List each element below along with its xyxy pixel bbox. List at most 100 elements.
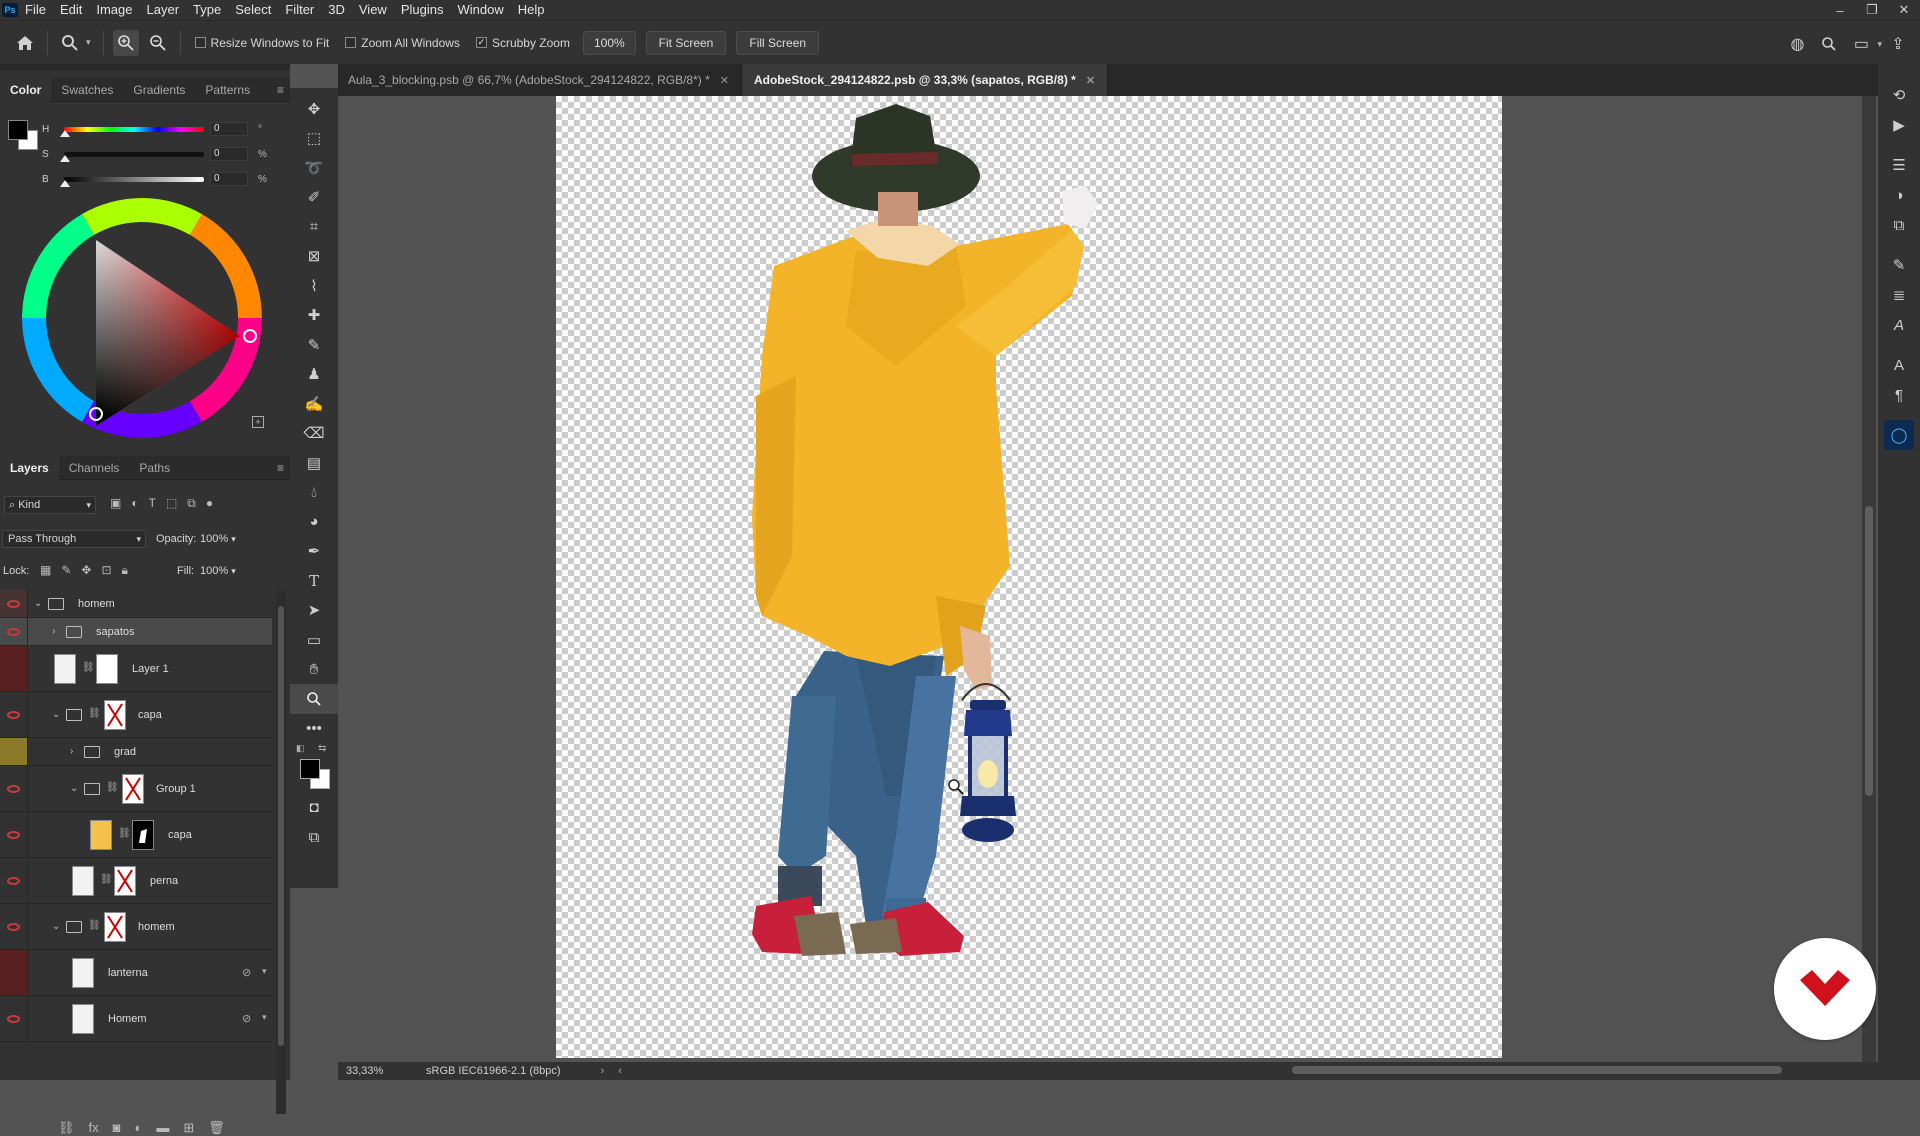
opacity-field[interactable]: 100% ▾ xyxy=(200,530,256,548)
lasso-tool-icon[interactable]: ➰ xyxy=(290,153,338,183)
path-selection-icon[interactable]: ➤ xyxy=(290,596,338,626)
link-layers-icon[interactable]: ⛓ xyxy=(58,1120,75,1136)
tab-gradients[interactable]: Gradients xyxy=(123,78,195,102)
healing-brush-icon[interactable]: ✚ xyxy=(290,301,338,331)
document-tab-active[interactable]: AdobeStock_294124822.psb @ 33,3% (sapato… xyxy=(741,64,1109,96)
visibility-eye-icon[interactable] xyxy=(0,904,28,949)
chevron-down-icon[interactable]: ⌄ xyxy=(52,921,60,932)
foreground-color-swatch[interactable] xyxy=(300,759,320,779)
layer-row-selected[interactable]: › sapatos xyxy=(0,618,272,646)
menu-window[interactable]: Window xyxy=(450,0,510,20)
panel-menu-icon[interactable]: ≡ xyxy=(277,83,284,97)
hue-slider-thumb[interactable] xyxy=(60,130,70,137)
menu-type[interactable]: Type xyxy=(186,0,228,20)
filter-toggle-icon[interactable]: ● xyxy=(206,496,213,514)
smart-filter-icon[interactable]: ⊘ xyxy=(242,1012,251,1025)
add-swatch-icon[interactable]: + xyxy=(252,416,264,428)
chevron-down-icon[interactable]: ▾ xyxy=(262,1012,267,1023)
chevron-down-icon[interactable]: ⌄ xyxy=(34,598,42,609)
quick-mask-icon[interactable]: ◘ xyxy=(290,793,338,823)
pixel-filter-icon[interactable]: ▣ xyxy=(110,496,121,514)
workspace-icon[interactable]: ▭ xyxy=(1848,31,1874,57)
tab-layers[interactable]: Layers xyxy=(0,455,59,480)
close-icon[interactable]: ✕ xyxy=(1888,0,1920,20)
menu-view[interactable]: View xyxy=(352,0,394,20)
visibility-eye-icon[interactable] xyxy=(0,858,28,903)
adjustment-layer-icon[interactable]: ◐ xyxy=(135,1120,143,1136)
color-wheel[interactable] xyxy=(21,198,262,438)
link-icon[interactable]: ⛓ xyxy=(88,708,101,719)
stamp-tool-icon[interactable]: ♟ xyxy=(290,360,338,390)
brushes-icon[interactable]: ✎ xyxy=(1878,250,1920,280)
type-tool-icon[interactable]: T xyxy=(290,566,338,596)
swap-colors-icon[interactable]: ⇆ xyxy=(318,743,326,754)
menu-plugins[interactable]: Plugins xyxy=(394,0,451,20)
layer-row[interactable]: ⌄ ⛓ capa xyxy=(0,692,272,738)
panel-menu-icon[interactable]: ≡ xyxy=(277,461,284,475)
character-icon[interactable]: A xyxy=(1878,350,1920,380)
fill-field[interactable]: 100% ▾ xyxy=(200,562,256,580)
visibility-eye-icon[interactable] xyxy=(0,618,28,645)
type-filter-icon[interactable]: T xyxy=(149,496,156,514)
h-value-field[interactable]: 0 xyxy=(210,122,248,136)
lock-transparency-icon[interactable]: ▦ xyxy=(40,563,51,578)
gradient-tool-icon[interactable]: ▤ xyxy=(290,448,338,478)
lock-artboard-icon[interactable]: ⊡ xyxy=(101,563,111,578)
close-icon[interactable]: ✕ xyxy=(720,74,729,87)
eraser-tool-icon[interactable]: ⌫ xyxy=(290,419,338,449)
chevron-right-icon[interactable]: › xyxy=(52,626,55,637)
history-brush-icon[interactable]: ✍ xyxy=(290,389,338,419)
brightness-slider[interactable] xyxy=(64,176,204,182)
hue-slider[interactable] xyxy=(64,126,204,132)
horizontal-scrollbar[interactable] xyxy=(622,1062,1878,1080)
checkbox-box[interactable] xyxy=(345,37,357,48)
paragraph-icon[interactable]: ¶ xyxy=(1878,380,1920,410)
menu-select[interactable]: Select xyxy=(228,0,278,20)
hand-tool-icon[interactable]: ✋︎ xyxy=(290,655,338,685)
libraries-icon[interactable]: ⧉ xyxy=(1878,210,1920,240)
lock-pixels-icon[interactable]: ✎ xyxy=(61,563,71,578)
properties-icon[interactable]: ◑ xyxy=(1878,180,1920,210)
default-colors-icon[interactable]: ◧ xyxy=(296,743,305,754)
smart-filter-icon[interactable]: ⊘ xyxy=(242,966,251,979)
blur-tool-icon[interactable]: 💧︎ xyxy=(290,478,338,508)
zoom-out-icon[interactable] xyxy=(145,30,171,56)
link-icon[interactable]: ⛓ xyxy=(100,874,113,885)
brightness-slider-thumb[interactable] xyxy=(60,180,70,187)
actions-play-icon[interactable]: ▶ xyxy=(1878,110,1920,140)
canvas-area[interactable] xyxy=(338,96,1858,1062)
shape-filter-icon[interactable]: ⬚ xyxy=(166,496,177,514)
checkbox-box[interactable] xyxy=(194,37,206,48)
panel-collapse-bar[interactable] xyxy=(0,64,290,70)
zoom-tool-icon[interactable] xyxy=(290,684,338,714)
visibility-off-icon[interactable] xyxy=(0,738,28,765)
scrubby-zoom-checkbox[interactable]: ✓ Scrubby Zoom xyxy=(475,36,570,50)
share-user-icon[interactable]: ◍ xyxy=(1784,31,1810,57)
new-layer-icon[interactable]: ⊞ xyxy=(183,1120,194,1136)
zoom-in-icon[interactable] xyxy=(112,29,139,56)
restore-icon[interactable]: ❐ xyxy=(1856,0,1888,20)
layer-row[interactable]: ⛓ Layer 1 xyxy=(0,646,272,692)
tab-channels[interactable]: Channels xyxy=(59,456,130,480)
adjustments-icon[interactable]: ☰ xyxy=(1878,150,1920,180)
zoom-level[interactable]: 33,33% xyxy=(346,1065,406,1077)
chevron-down-icon[interactable]: ⌄ xyxy=(70,783,78,794)
zoom-percent-field[interactable]: 100% xyxy=(582,30,636,55)
chevron-down-icon[interactable]: ▾ xyxy=(1877,39,1882,57)
layer-row[interactable]: ⌄ ⛓ Group 1 xyxy=(0,766,272,812)
link-icon[interactable]: ⛓ xyxy=(88,920,101,931)
foreground-color-swatch[interactable] xyxy=(8,120,28,140)
eyedropper-tool-icon[interactable]: ⌇ xyxy=(290,271,338,301)
document-tab[interactable]: Aula_3_blocking.psb @ 66,7% (AdobeStock_… xyxy=(338,64,742,96)
saturation-slider-thumb[interactable] xyxy=(60,155,70,162)
layer-row[interactable]: ⛓ perna xyxy=(0,858,272,904)
visibility-off-icon[interactable] xyxy=(0,646,28,691)
layer-row[interactable]: ⌄ ⛓ homem xyxy=(0,904,272,950)
add-mask-icon[interactable]: ◙ xyxy=(113,1120,121,1136)
plugin-panel-icon[interactable]: ◯ xyxy=(1884,420,1914,450)
tab-patterns[interactable]: Patterns xyxy=(195,78,260,102)
frame-tool-icon[interactable]: ⊠ xyxy=(290,242,338,272)
status-menu-arrow-icon[interactable]: › xyxy=(601,1065,605,1077)
visibility-eye-icon[interactable] xyxy=(0,590,28,617)
layer-row[interactable]: lanterna ⊘ ▾ xyxy=(0,950,272,996)
